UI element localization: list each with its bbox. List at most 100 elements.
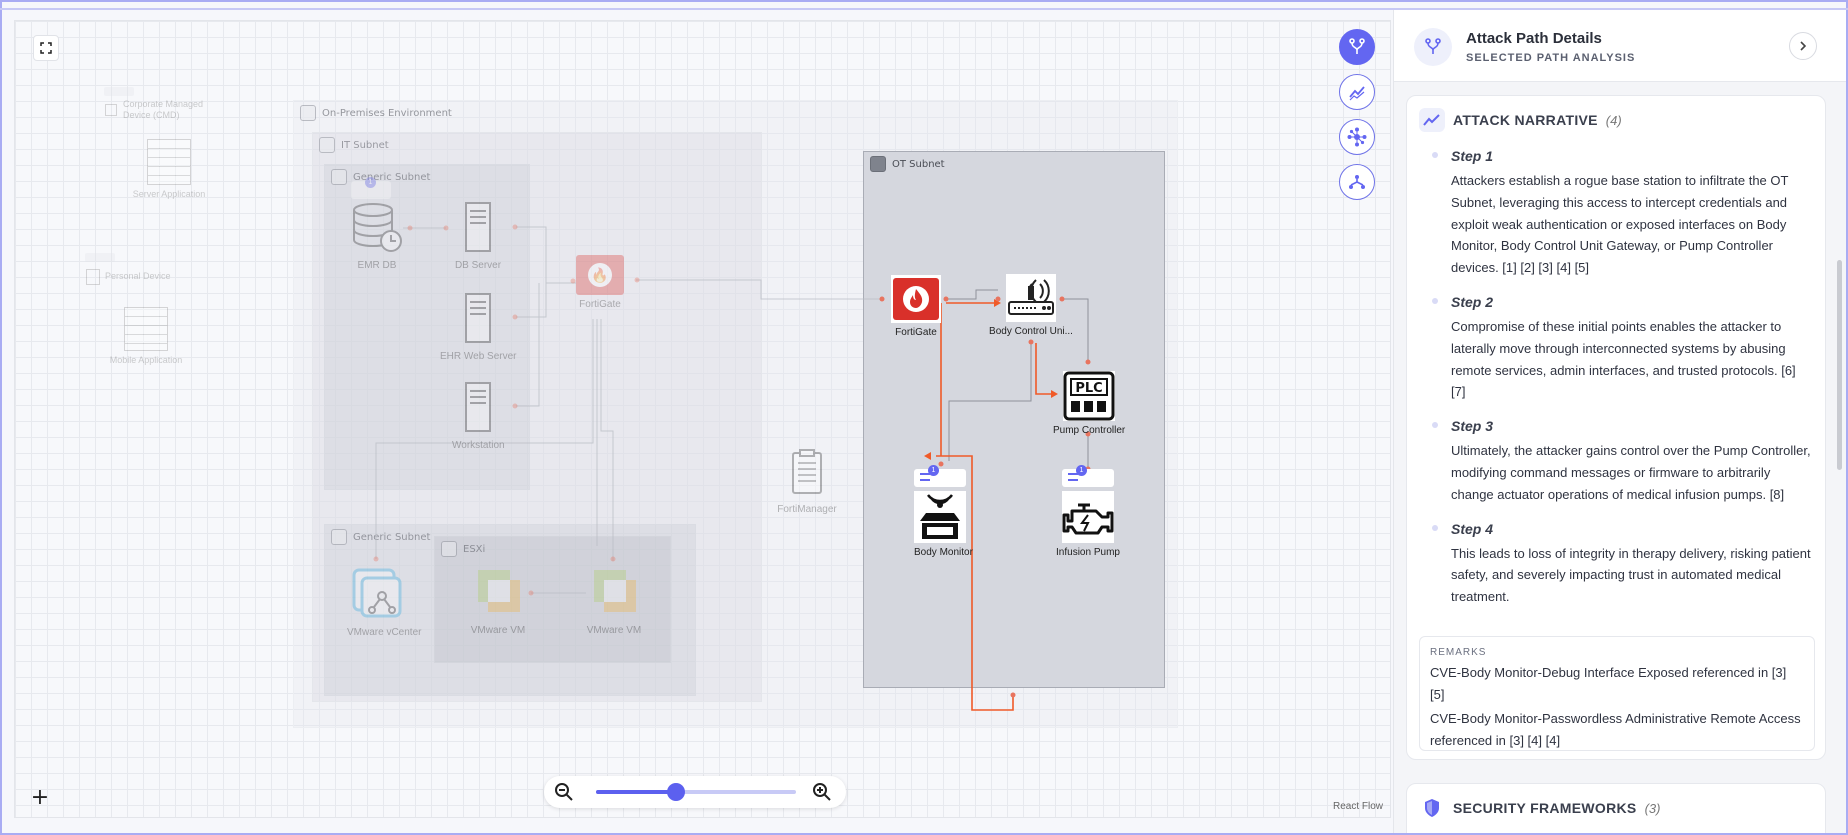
node-label: VMware VM: [586, 625, 642, 636]
node-label: FortiManager: [777, 504, 837, 515]
fullscreen-button[interactable]: [33, 35, 59, 61]
node-label: VMware vCenter: [347, 627, 422, 638]
node-vmware-vm-1[interactable]: VMware VM: [468, 566, 528, 636]
remarks-title: REMARKS: [1430, 647, 1487, 658]
frameworks-title: SECURITY FRAMEWORKS: [1453, 800, 1637, 816]
zoom-out-icon[interactable]: [554, 782, 574, 802]
node-db-server[interactable]: DB Server: [452, 201, 504, 271]
attack-narrative-card: ATTACK NARRATIVE (4) Step 1 Attackers es…: [1406, 95, 1826, 760]
node-label: EMR DB: [357, 260, 397, 271]
react-flow-attribution[interactable]: React Flow: [1333, 801, 1383, 812]
panel-scrollbar[interactable]: [1837, 260, 1842, 470]
node-pump-controller[interactable]: PLC Pump Controller: [1053, 371, 1125, 436]
network-tool-button[interactable]: [1339, 119, 1375, 155]
clipboard-icon: [792, 449, 822, 494]
server-icon: [465, 382, 491, 432]
step-title: Step 4: [1451, 520, 1494, 537]
narrative-step: Step 3 Ultimately, the attacker gains co…: [1432, 418, 1813, 505]
node-infusion-pump[interactable]: 1 Infusion Pump: [1053, 465, 1123, 558]
trend-icon: [1419, 108, 1445, 132]
fork-icon: [1414, 28, 1452, 66]
frameworks-count: (3): [1644, 800, 1661, 816]
vm-icon: [478, 570, 520, 612]
panel-header: Attack Path Details SELECTED PATH ANALYS…: [1394, 10, 1846, 82]
remark-item: CVE-Body Monitor-Debug Interface Exposed…: [1430, 665, 1787, 702]
zoom-slider-fill: [596, 790, 676, 794]
step-text: This leads to loss of integrity in thera…: [1451, 545, 1811, 605]
plc-icon: PLC: [1063, 371, 1115, 421]
narrative-steps: Step 1 Attackers establish a rogue base …: [1432, 148, 1813, 623]
edges-layer: [373, 224, 1091, 711]
node-emr-db[interactable]: 1 EMR DB: [345, 177, 409, 271]
chevron-right-icon: [1800, 41, 1807, 51]
trend-icon: [1349, 86, 1365, 101]
node-label: Infusion Pump: [1056, 547, 1120, 558]
zoom-control: [544, 776, 846, 808]
node-label: DB Server: [454, 260, 502, 271]
plc-text: PLC: [1075, 381, 1102, 396]
node-label: VMware VM: [470, 625, 526, 636]
vcenter-icon: [352, 568, 402, 618]
node-label: EHR Web Server: [440, 351, 517, 362]
panel-subtitle: SELECTED PATH ANALYSIS: [1466, 52, 1636, 64]
narrative-step: Step 4 This leads to loss of integrity i…: [1432, 520, 1813, 608]
step-title: Step 1: [1451, 148, 1494, 164]
database-icon: [353, 203, 402, 252]
narrative-count: (4): [1605, 112, 1622, 128]
hierarchy-icon: [1349, 175, 1365, 189]
flow-canvas[interactable]: Corporate Managed Device (CMD) Server Ap…: [14, 20, 1391, 818]
attack-path-panel: Attack Path Details SELECTED PATH ANALYS…: [1393, 10, 1846, 833]
step-text: Attackers establish a rogue base station…: [1451, 173, 1789, 276]
list-icon: [1068, 473, 1078, 481]
remarks-box: REMARKS CVE-Body Monitor-Debug Interface…: [1419, 636, 1815, 751]
fullscreen-icon: [40, 42, 52, 54]
step-title: Step 3: [1451, 418, 1494, 435]
node-ehr-web-server[interactable]: EHR Web Server: [440, 292, 517, 362]
narrative-title: ATTACK NARRATIVE: [1453, 112, 1598, 128]
step-title: Step 2: [1451, 293, 1494, 310]
node-fortigate-ot[interactable]: FortiGate: [890, 275, 942, 338]
vm-icon: [594, 570, 636, 612]
remark-item: CVE-Body Monitor-Passwordless Administra…: [1430, 711, 1801, 748]
zoom-slider-thumb[interactable]: [667, 783, 685, 801]
security-frameworks-card[interactable]: SECURITY FRAMEWORKS (3): [1406, 783, 1826, 833]
list-icon: [920, 473, 930, 481]
node-vcenter[interactable]: VMware vCenter: [347, 566, 422, 638]
node-fortigate-it[interactable]: 🔥 FortiGate: [574, 255, 626, 310]
monitor-device-icon: [914, 491, 966, 543]
router-icon: [1006, 274, 1056, 322]
plus-icon: +: [30, 784, 50, 810]
node-fortimanager[interactable]: FortiManager: [777, 449, 837, 515]
zoom-in-icon[interactable]: [812, 782, 832, 802]
server-icon: [465, 202, 491, 252]
collapse-panel-button[interactable]: [1789, 32, 1817, 60]
node-body-monitor[interactable]: 1 Body Monitor: [914, 465, 973, 558]
hierarchy-tool-button[interactable]: [1339, 164, 1375, 200]
node-label: FortiGate: [895, 327, 937, 338]
firewall-icon: 🔥: [576, 255, 624, 295]
canvas-toolbar: [1339, 29, 1377, 209]
node-label: FortiGate: [579, 299, 621, 310]
step-text: Compromise of these initial points enabl…: [1451, 318, 1796, 400]
firewall-icon: [891, 275, 941, 323]
engine-icon: [1062, 491, 1114, 543]
server-icon: [465, 293, 491, 343]
attack-path-tool-button[interactable]: [1339, 29, 1375, 65]
badge-count: 1: [365, 177, 376, 188]
node-workstation[interactable]: Workstation: [452, 381, 505, 451]
node-label: Body Control Uni...: [989, 326, 1073, 337]
narrative-step: Step 2 Compromise of these initial point…: [1432, 293, 1813, 403]
narrative-step: Step 1 Attackers establish a rogue base …: [1432, 148, 1813, 279]
analytics-tool-button[interactable]: [1339, 74, 1375, 110]
node-label: Workstation: [452, 440, 505, 451]
node-label: Pump Controller: [1053, 425, 1126, 436]
node-body-control-unit[interactable]: Body Control Uni...: [986, 274, 1076, 337]
panel-title: Attack Path Details: [1466, 30, 1602, 47]
shield-icon: [1419, 796, 1445, 820]
fork-icon: [1349, 38, 1365, 54]
step-text: Ultimately, the attacker gains control o…: [1451, 443, 1811, 502]
add-node-button[interactable]: +: [28, 784, 52, 810]
network-icon: [1347, 127, 1367, 147]
zoom-slider[interactable]: [596, 783, 796, 801]
node-vmware-vm-2[interactable]: VMware VM: [584, 566, 644, 636]
